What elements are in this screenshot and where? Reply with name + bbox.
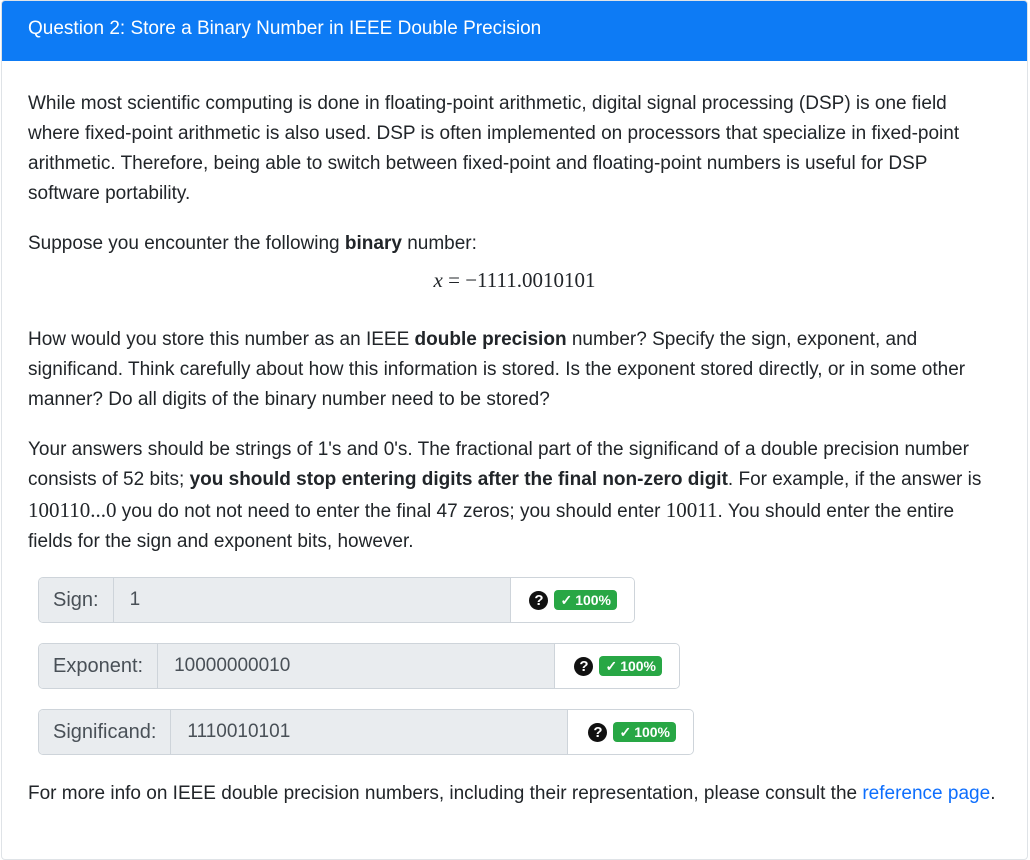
sign-label: Sign: <box>39 578 114 622</box>
question-circle-icon[interactable]: ? <box>588 722 608 742</box>
check-icon: ✓ <box>560 592 573 608</box>
score-badge: ✓ 100% <box>613 722 676 742</box>
sign-answer-row: Sign: ? ✓100% <box>38 577 1001 623</box>
score-badge: ✓ 100% <box>554 590 617 610</box>
exponent-answer-row: Exponent: ? ✓100% <box>38 643 1001 689</box>
question-card: Question 2: Store a Binary Number in IEE… <box>1 0 1028 860</box>
question-body: While most scientific computing is done … <box>2 61 1027 809</box>
equation: x = −1111.0010101 <box>433 268 596 292</box>
reference-paragraph: For more info on IEEE double precision n… <box>28 783 996 804</box>
reference-page-link[interactable]: reference page <box>862 783 990 804</box>
sign-feedback: ? ✓ 100% <box>509 578 634 622</box>
question-circle-icon[interactable]: ? <box>529 590 549 610</box>
sign-input[interactable] <box>113 578 510 622</box>
significand-label: Significand: <box>39 710 172 754</box>
question-circle-icon[interactable]: ? <box>574 656 594 676</box>
format-paragraph: Your answers should be strings of 1's an… <box>28 439 982 552</box>
significand-input[interactable] <box>171 710 568 754</box>
significand-answer-row: Significand: ? ✓100% <box>38 709 1001 755</box>
check-icon: ✓ <box>619 724 632 740</box>
sign-input-group: Sign: ? ✓100% <box>38 577 635 623</box>
intro-paragraph: While most scientific computing is done … <box>28 93 960 204</box>
exponent-label: Exponent: <box>39 644 159 688</box>
score-badge: ✓ 100% <box>599 656 662 676</box>
example-math: 100110...0 <box>28 498 117 522</box>
example-answer-math: 10011 <box>665 498 718 522</box>
question-title: Question 2: Store a Binary Number in IEE… <box>2 1 1027 61</box>
exponent-input-group: Exponent: ? ✓100% <box>38 643 680 689</box>
instruction-paragraph: How would you store this number as an IE… <box>28 329 966 410</box>
exponent-input[interactable] <box>158 644 555 688</box>
exponent-feedback: ? ✓ 100% <box>554 644 679 688</box>
significand-feedback: ? ✓ 100% <box>567 710 693 754</box>
check-icon: ✓ <box>605 658 618 674</box>
prompt-paragraph: Suppose you encounter the following bina… <box>28 233 477 254</box>
significand-input-group: Significand: ? ✓100% <box>38 709 694 755</box>
